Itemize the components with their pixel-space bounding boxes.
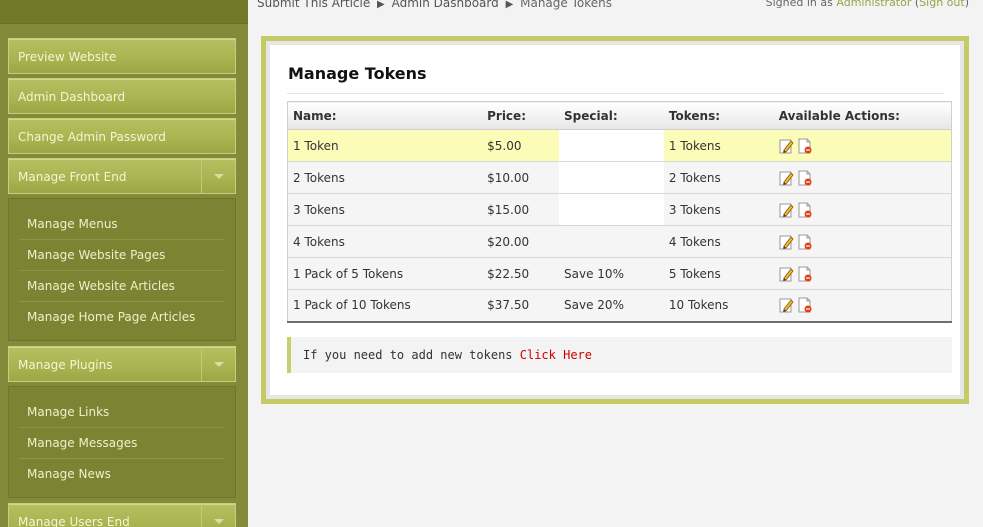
nav-change-admin-password[interactable]: Change Admin Password xyxy=(8,118,236,154)
submenu-item-manage-home-page-articles[interactable]: Manage Home Page Articles xyxy=(19,302,225,333)
nav-admin-dashboard[interactable]: Admin Dashboard xyxy=(8,78,236,114)
submenu-item-manage-website-articles[interactable]: Manage Website Articles xyxy=(19,271,225,302)
table-row: 1 Pack of 5 Tokens $22.50 Save 10% 5 Tok… xyxy=(287,257,952,290)
title-divider xyxy=(287,93,944,94)
table-row: 4 Tokens $20.00 4 Tokens xyxy=(287,225,952,258)
delete-document-icon[interactable] xyxy=(797,234,813,250)
cell-tokens: 3 Tokens xyxy=(663,193,774,226)
cell-tokens: 5 Tokens xyxy=(663,257,774,290)
cell-tokens: 4 Tokens xyxy=(663,225,774,258)
cell-name: 1 Token xyxy=(287,129,483,162)
column-header-actions: Available Actions: xyxy=(773,101,952,130)
cell-tokens: 2 Tokens xyxy=(663,161,774,194)
column-header-tokens: Tokens: xyxy=(663,101,774,130)
pencil-edit-icon[interactable] xyxy=(779,170,795,186)
table-row: 2 Tokens $10.00 2 Tokens xyxy=(287,161,952,194)
nav-manage-front-end[interactable]: Manage Front End xyxy=(8,158,236,194)
cell-price: $5.00 xyxy=(482,129,560,162)
delete-document-icon[interactable] xyxy=(797,202,813,218)
table-row: 1 Token $5.00 1 Tokens xyxy=(287,129,952,162)
table-header-row: Name: Price: Special: Tokens: Available … xyxy=(287,101,952,130)
cell-special xyxy=(559,225,664,258)
submenu-item-manage-menus[interactable]: Manage Menus xyxy=(19,209,225,240)
signin-prefix: Signed in as xyxy=(765,0,833,9)
breadcrumb-submit-article[interactable]: Submit This Article xyxy=(257,0,370,10)
cell-price: $10.00 xyxy=(482,161,560,194)
sidebar: Preview Website Admin Dashboard Change A… xyxy=(0,0,248,527)
nav-preview-website[interactable]: Preview Website xyxy=(8,38,236,74)
tokens-table: Name: Price: Special: Tokens: Available … xyxy=(287,101,952,323)
pencil-edit-icon[interactable] xyxy=(779,297,795,313)
delete-document-icon[interactable] xyxy=(797,266,813,282)
breadcrumb-current: Manage Tokens xyxy=(520,0,612,10)
content-panel: Manage Tokens Name: Price: Special: Toke… xyxy=(261,36,969,404)
cell-price: $15.00 xyxy=(482,193,560,226)
cell-price: $22.50 xyxy=(482,257,560,290)
cell-actions xyxy=(773,129,952,162)
breadcrumb: Submit This Article ▶ Admin Dashboard ▶ … xyxy=(257,0,612,10)
cell-price: $20.00 xyxy=(482,225,560,258)
nav-manage-plugins-label: Manage Plugins xyxy=(18,358,113,372)
cell-name: 1 Pack of 10 Tokens xyxy=(287,289,483,322)
cell-special xyxy=(559,193,664,226)
column-header-name: Name: xyxy=(287,101,483,130)
signin-user-link[interactable]: Administrator xyxy=(836,0,911,9)
front-end-submenu: Manage Menus Manage Website Pages Manage… xyxy=(8,198,236,341)
pencil-edit-icon[interactable] xyxy=(779,138,795,154)
nav-manage-front-end-label: Manage Front End xyxy=(18,170,127,184)
column-header-price: Price: xyxy=(482,101,560,130)
submenu-item-manage-messages[interactable]: Manage Messages xyxy=(19,428,225,459)
chevron-down-icon[interactable] xyxy=(201,159,235,193)
signout-link[interactable]: Sign out xyxy=(919,0,965,9)
cell-special xyxy=(559,129,664,162)
notice-text: If you need to add new tokens xyxy=(303,348,513,362)
submenu-item-manage-website-pages[interactable]: Manage Website Pages xyxy=(19,240,225,271)
signin-close-paren: ) xyxy=(964,0,969,9)
submenu-item-manage-news[interactable]: Manage News xyxy=(19,459,225,490)
cell-actions xyxy=(773,225,952,258)
cell-actions xyxy=(773,257,952,290)
nav-manage-plugins[interactable]: Manage Plugins xyxy=(8,346,236,382)
cell-actions xyxy=(773,161,952,194)
table-row: 1 Pack of 10 Tokens $37.50 Save 20% 10 T… xyxy=(287,289,952,322)
delete-document-icon[interactable] xyxy=(797,297,813,313)
cell-name: 4 Tokens xyxy=(287,225,483,258)
cell-name: 3 Tokens xyxy=(287,193,483,226)
nav-manage-users-end-label: Manage Users End xyxy=(18,515,130,527)
cell-price: $37.50 xyxy=(482,289,560,322)
breadcrumb-admin-dashboard[interactable]: Admin Dashboard xyxy=(392,0,499,10)
breadcrumb-separator-icon: ▶ xyxy=(505,0,514,10)
cell-actions xyxy=(773,193,952,226)
sidebar-top-band xyxy=(0,0,248,24)
chevron-down-icon[interactable] xyxy=(201,347,235,381)
delete-document-icon[interactable] xyxy=(797,138,813,154)
breadcrumb-separator-icon: ▶ xyxy=(377,0,385,10)
plugins-submenu: Manage Links Manage Messages Manage News xyxy=(8,386,236,498)
cell-special: Save 10% xyxy=(559,257,664,290)
cell-actions xyxy=(773,289,952,322)
chevron-down-icon[interactable] xyxy=(201,504,235,527)
pencil-edit-icon[interactable] xyxy=(779,202,795,218)
submenu-item-manage-links[interactable]: Manage Links xyxy=(19,397,225,428)
content-panel-inner: Manage Tokens Name: Price: Special: Toke… xyxy=(270,45,960,395)
delete-document-icon[interactable] xyxy=(797,170,813,186)
column-header-special: Special: xyxy=(559,101,664,130)
cell-tokens: 1 Tokens xyxy=(663,129,774,162)
add-tokens-link[interactable]: Click Here xyxy=(520,348,592,362)
cell-tokens: 10 Tokens xyxy=(663,289,774,322)
signin-info: Signed in as Administrator (Sign out) xyxy=(766,0,969,9)
cell-special: Save 20% xyxy=(559,289,664,322)
table-row: 3 Tokens $15.00 3 Tokens xyxy=(287,193,952,226)
pencil-edit-icon[interactable] xyxy=(779,266,795,282)
page-title: Manage Tokens xyxy=(288,64,427,83)
cell-name: 2 Tokens xyxy=(287,161,483,194)
add-tokens-notice: If you need to add new tokens Click Here xyxy=(287,337,952,373)
pencil-edit-icon[interactable] xyxy=(779,234,795,250)
cell-name: 1 Pack of 5 Tokens xyxy=(287,257,483,290)
nav-manage-users-end[interactable]: Manage Users End xyxy=(8,503,236,527)
cell-special xyxy=(559,161,664,194)
